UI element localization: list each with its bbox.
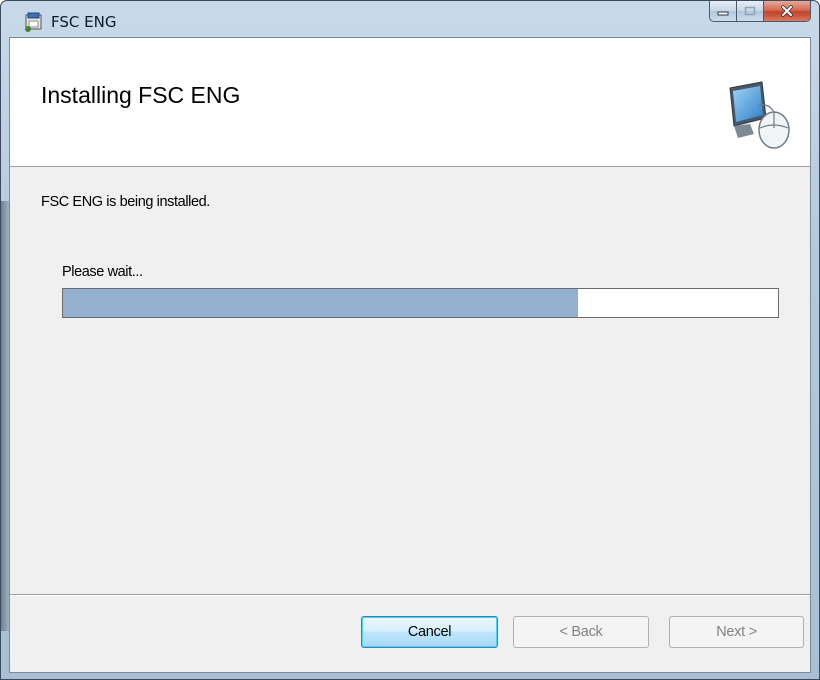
maximize-button[interactable] [737, 1, 764, 22]
computer-with-mouse-icon [729, 81, 790, 149]
maximize-icon [744, 6, 756, 16]
progress-fill [63, 289, 578, 317]
footer-divider [10, 594, 810, 596]
window-title: FSC ENG [51, 13, 117, 31]
install-progress-bar [62, 288, 779, 318]
minimize-icon [717, 11, 729, 16]
page-title: Installing FSC ENG [41, 82, 241, 108]
please-wait-label: Please wait... [62, 264, 143, 280]
back-button[interactable]: < Back [513, 616, 649, 648]
minimize-button[interactable] [709, 1, 737, 22]
install-status-text: FSC ENG is being installed. [41, 194, 210, 210]
cancel-button[interactable]: Cancel [361, 616, 498, 648]
caption-buttons [709, 1, 811, 22]
close-button[interactable] [764, 1, 811, 22]
header-banner: Installing FSC ENG [10, 38, 810, 167]
title-bar[interactable]: FSC ENG [1, 1, 819, 37]
window-left-border [1, 201, 9, 631]
next-button[interactable]: Next > [669, 616, 804, 648]
installer-window: FSC ENG Installing FSC ENG FSC ENG is be… [0, 0, 820, 680]
close-icon [781, 5, 793, 17]
client-area: Installing FSC ENG FSC ENG is being inst… [9, 37, 811, 673]
installer-app-icon [25, 12, 42, 32]
